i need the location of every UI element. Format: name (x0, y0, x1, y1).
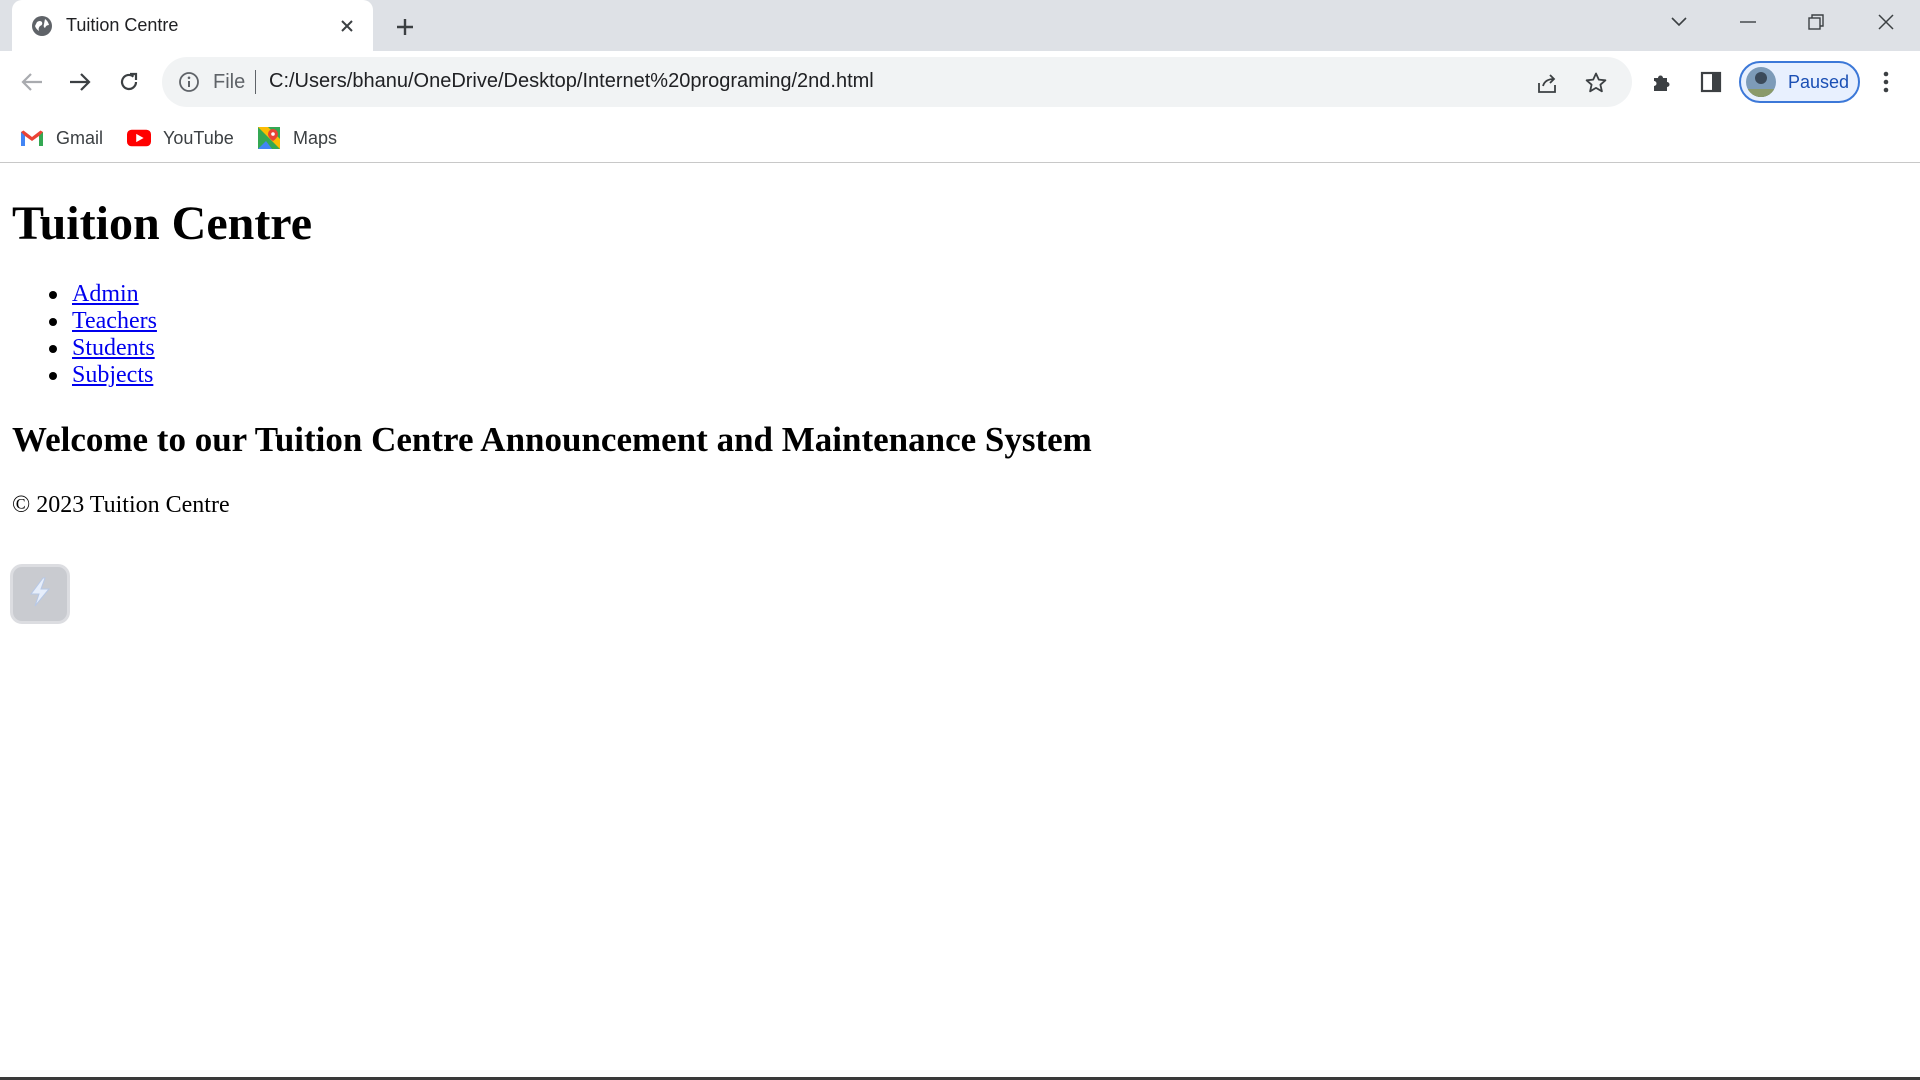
address-bar[interactable]: File C:/Users/bhanu/OneDrive/Desktop/Int… (162, 57, 1632, 107)
bookmark-maps[interactable]: Maps (257, 123, 337, 153)
scheme-label: File (213, 71, 246, 93)
nav-link-teachers[interactable]: Teachers (72, 308, 157, 334)
menu-kebab-icon[interactable] (1870, 66, 1902, 98)
url-text[interactable]: C:/Users/bhanu/OneDrive/Desktop/Internet… (269, 70, 874, 93)
nav-link-subjects[interactable]: Subjects (72, 362, 153, 388)
nav-item-students: Students (12, 335, 157, 362)
profile-button[interactable]: Paused (1739, 61, 1860, 103)
close-window-button[interactable] (1852, 0, 1920, 44)
new-tab-button[interactable] (389, 11, 421, 43)
maps-icon (257, 126, 281, 150)
tab-title: Tuition Centre (66, 15, 179, 35)
forward-button[interactable] (62, 64, 98, 100)
tab-tuition-centre[interactable]: Tuition Centre (12, 0, 373, 51)
bookmark-youtube[interactable]: YouTube (127, 123, 234, 153)
welcome-heading: Welcome to our Tuition Centre Announceme… (12, 420, 1092, 459)
share-icon[interactable] (1534, 70, 1560, 96)
nav-link-admin[interactable]: Admin (72, 281, 139, 307)
tab-search-chevron-down-icon[interactable] (1645, 0, 1713, 44)
bookmark-label: YouTube (163, 127, 234, 148)
nav-item-admin: Admin (12, 281, 157, 308)
side-panel-icon[interactable] (1695, 66, 1727, 98)
reload-button[interactable] (111, 64, 147, 100)
bookmarks-bar: Gmail YouTube Maps (0, 113, 1920, 163)
bookmark-label: Gmail (56, 127, 104, 148)
bookmark-star-icon[interactable] (1583, 70, 1609, 96)
extensions-puzzle-icon[interactable] (1646, 66, 1678, 98)
youtube-icon (127, 126, 151, 150)
page-title: Tuition Centre (12, 197, 313, 250)
nav-item-subjects: Subjects (12, 362, 157, 389)
lightning-bolt-icon (23, 575, 57, 614)
minimize-button[interactable] (1714, 0, 1782, 44)
nav-item-teachers: Teachers (12, 308, 157, 335)
tab-strip: Tuition Centre (0, 0, 1920, 51)
browser-toolbar: File C:/Users/bhanu/OneDrive/Desktop/Int… (0, 51, 1920, 113)
main-nav-list: Admin Teachers Students Subjects (12, 281, 157, 389)
footer-copyright: © 2023 Tuition Centre (12, 492, 230, 518)
nav-link-students[interactable]: Students (72, 335, 155, 361)
profile-status-label: Paused (1788, 72, 1850, 92)
bookmark-gmail[interactable]: Gmail (20, 123, 103, 153)
close-tab-icon[interactable] (334, 13, 360, 39)
gmail-icon (20, 126, 44, 150)
scheme-separator (255, 70, 256, 94)
floating-extension-widget[interactable] (10, 564, 70, 624)
avatar (1746, 67, 1776, 97)
info-icon[interactable] (178, 71, 200, 93)
bookmark-label: Maps (293, 127, 338, 148)
page-content: Tuition Centre Admin Teachers Students S… (0, 164, 1920, 1078)
restore-button[interactable] (1782, 0, 1850, 44)
back-button[interactable] (14, 64, 50, 100)
globe-icon (31, 15, 53, 37)
